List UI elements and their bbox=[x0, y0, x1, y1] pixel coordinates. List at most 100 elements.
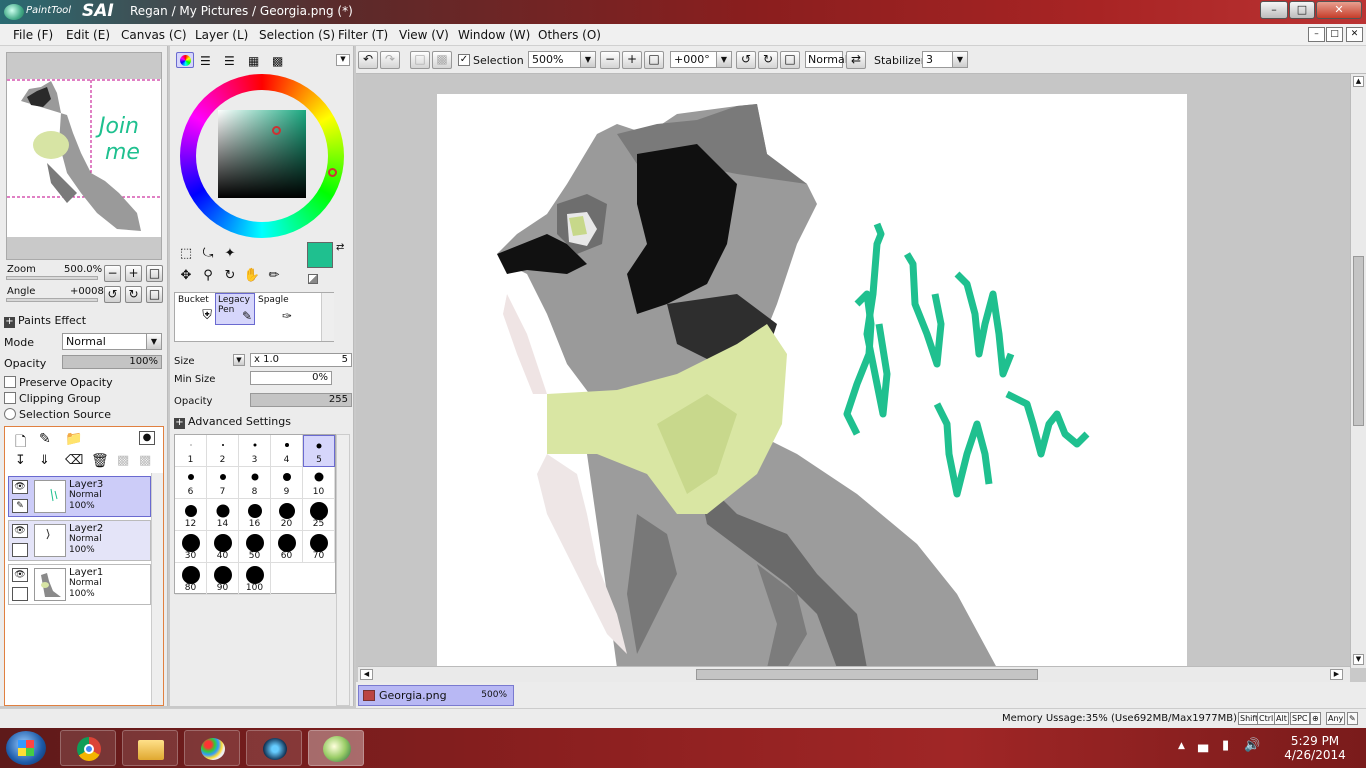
undo-button[interactable]: ↶ bbox=[358, 51, 378, 69]
hand-icon[interactable]: ✋ bbox=[242, 266, 262, 286]
legacy-pen-tool[interactable]: Legacy Pen ✎ bbox=[215, 293, 255, 325]
close-button[interactable]: ✕ bbox=[1316, 1, 1362, 19]
zoom-icon[interactable]: ⚲ bbox=[198, 266, 218, 286]
clipping-group-checkbox[interactable] bbox=[4, 392, 16, 404]
swap-colors-icon[interactable]: ⇄ bbox=[336, 242, 344, 253]
brush-size-option[interactable]: 14 bbox=[207, 499, 239, 531]
paints-effect-header[interactable]: + Paints Effect bbox=[4, 314, 86, 328]
title-bar[interactable]: PaintTool SAI Regan / My Pictures / Geor… bbox=[0, 0, 1366, 24]
show-hidden-icons-icon[interactable]: ▲ bbox=[1178, 741, 1185, 751]
deselect-button[interactable]: □ bbox=[410, 51, 430, 69]
brush-size-option[interactable]: 16 bbox=[239, 499, 271, 531]
brush-opacity-bar[interactable]: 255 bbox=[250, 393, 352, 407]
magic-wand-icon[interactable]: ✦ bbox=[220, 244, 240, 264]
layer-row[interactable]: 👁 Layer2 Normal 100% bbox=[8, 520, 151, 561]
new-linework-layer-icon[interactable]: ✎ bbox=[39, 431, 51, 447]
stabilizer-dropdown[interactable]: 3 ▼ bbox=[922, 51, 968, 68]
bucket-tool[interactable]: Bucket ⛨ bbox=[175, 293, 215, 325]
size-field[interactable]: x 1.0 5 bbox=[250, 353, 352, 367]
brush-size-option[interactable]: 6 bbox=[175, 467, 207, 499]
advanced-settings-header[interactable]: + Advanced Settings bbox=[174, 415, 291, 429]
brush-grid-scrollbar[interactable] bbox=[336, 434, 350, 706]
transfer-down-icon[interactable]: ↧ bbox=[15, 453, 26, 468]
mask-icon[interactable]: ● bbox=[139, 431, 155, 445]
brush-size-option[interactable]: 2 bbox=[207, 435, 239, 467]
layer-scrollbar[interactable] bbox=[151, 473, 163, 705]
zoom-slider[interactable] bbox=[6, 276, 98, 280]
brush-size-option[interactable]: 90 bbox=[207, 563, 239, 595]
move-icon[interactable]: ✥ bbox=[176, 266, 196, 286]
brush-size-option[interactable]: 1 bbox=[175, 435, 207, 467]
saturation-value-square[interactable] bbox=[218, 110, 306, 198]
transparent-color-icon[interactable] bbox=[308, 274, 318, 284]
brush-size-option[interactable]: 60 bbox=[271, 531, 303, 563]
visibility-eye-icon[interactable]: 👁 bbox=[12, 480, 28, 494]
vertical-scrollbar[interactable]: ▲ ▼ bbox=[1350, 74, 1366, 668]
brush-size-option[interactable]: 40 bbox=[207, 531, 239, 563]
swatches-tab-icon[interactable]: ▦ bbox=[248, 54, 259, 68]
zoom-in-button[interactable]: + bbox=[622, 51, 642, 69]
new-layer-icon[interactable]: 🗋 bbox=[15, 431, 26, 455]
menu-window[interactable]: Window (W) bbox=[458, 28, 530, 42]
mode-dropdown[interactable]: Normal ▼ bbox=[62, 333, 162, 350]
angle-slider[interactable] bbox=[6, 298, 98, 302]
brush-size-option[interactable]: 5 bbox=[303, 435, 335, 467]
panel-menu-icon[interactable]: ▼ bbox=[336, 54, 350, 66]
brush-size-option[interactable]: 80 bbox=[175, 563, 207, 595]
redo-button[interactable]: ↷ bbox=[380, 51, 400, 69]
rotate-reset-button[interactable]: □ bbox=[780, 51, 800, 69]
scroll-right-icon[interactable]: ▶ bbox=[1330, 669, 1343, 680]
brush-size-option[interactable]: 25 bbox=[303, 499, 335, 531]
scratchpad-tab-icon[interactable]: ▩ bbox=[272, 54, 283, 68]
zoom-reset-button[interactable]: □ bbox=[644, 51, 664, 69]
visibility-eye-icon[interactable]: 👁 bbox=[12, 524, 28, 538]
zoom-dropdown[interactable]: 500% ▼ bbox=[528, 51, 596, 68]
new-folder-icon[interactable]: 📁 bbox=[65, 431, 82, 447]
clear-layer-icon[interactable]: ⌫ bbox=[65, 453, 83, 468]
battery-icon[interactable]: ▮ bbox=[1222, 738, 1229, 753]
rotate-icon[interactable]: ↻ bbox=[220, 266, 240, 286]
invert-selection-button[interactable]: ▩ bbox=[432, 51, 452, 69]
scroll-up-icon[interactable]: ▲ bbox=[1353, 76, 1364, 87]
layer-opacity-bar[interactable]: 100% bbox=[62, 355, 162, 369]
menu-canvas[interactable]: Canvas (C) bbox=[121, 28, 187, 42]
mdi-restore-button[interactable]: □ bbox=[1326, 27, 1343, 42]
selection-checkbox[interactable]: ✓ bbox=[458, 54, 470, 66]
app-taskbar-button[interactable] bbox=[246, 730, 302, 766]
preserve-opacity-checkbox[interactable] bbox=[4, 376, 16, 388]
min-size-field[interactable]: 0% bbox=[250, 371, 332, 385]
document-tab[interactable]: Georgia.png 500% bbox=[358, 685, 514, 706]
eyedropper-icon[interactable]: ✏ bbox=[264, 266, 284, 286]
drawing-canvas[interactable] bbox=[437, 94, 1187, 668]
brush-size-option[interactable]: 100 bbox=[239, 563, 271, 595]
rotate-ccw-button[interactable]: ↺ bbox=[736, 51, 756, 69]
zoom-out-button[interactable]: − bbox=[104, 265, 121, 282]
angle-dropdown[interactable]: +000° ▼ bbox=[670, 51, 732, 68]
brush-size-option[interactable]: 3 bbox=[239, 435, 271, 467]
menu-filter[interactable]: Filter (T) bbox=[338, 28, 388, 42]
scroll-left-icon[interactable]: ◀ bbox=[360, 669, 373, 680]
menu-view[interactable]: View (V) bbox=[399, 28, 449, 42]
scroll-down-icon[interactable]: ▼ bbox=[1353, 654, 1364, 665]
horizontal-scroll-thumb[interactable] bbox=[696, 669, 1038, 680]
zoom-reset-button[interactable]: □ bbox=[146, 265, 163, 282]
layer-row[interactable]: 👁 ✎ Layer3 Normal 100% bbox=[8, 476, 151, 517]
hsv-slider-tab-icon[interactable]: ☰ bbox=[224, 54, 235, 68]
layer-row[interactable]: 👁 Layer1 Normal 100% bbox=[8, 564, 151, 605]
pen-edit-icon[interactable]: ✎ bbox=[12, 499, 28, 513]
maximize-button[interactable]: □ bbox=[1289, 1, 1315, 19]
rect-select-icon[interactable]: ⬚ bbox=[176, 244, 196, 264]
menu-selection[interactable]: Selection (S) bbox=[259, 28, 335, 42]
mdi-minimize-button[interactable]: – bbox=[1308, 27, 1325, 42]
brush-size-option[interactable]: 4 bbox=[271, 435, 303, 467]
rotate-cw-button[interactable]: ↻ bbox=[758, 51, 778, 69]
painttool-sai-taskbar-button[interactable] bbox=[308, 730, 364, 766]
brush-size-option[interactable]: 8 bbox=[239, 467, 271, 499]
volume-icon[interactable]: 🔊 bbox=[1244, 738, 1260, 753]
menu-edit[interactable]: Edit (E) bbox=[66, 28, 110, 42]
mdi-close-button[interactable]: ✕ bbox=[1346, 27, 1363, 42]
delete-layer-icon[interactable]: 🗑 bbox=[91, 453, 109, 469]
brush-size-option[interactable]: 10 bbox=[303, 467, 335, 499]
brush-size-option[interactable]: 12 bbox=[175, 499, 207, 531]
lock-box-icon[interactable] bbox=[12, 543, 28, 557]
